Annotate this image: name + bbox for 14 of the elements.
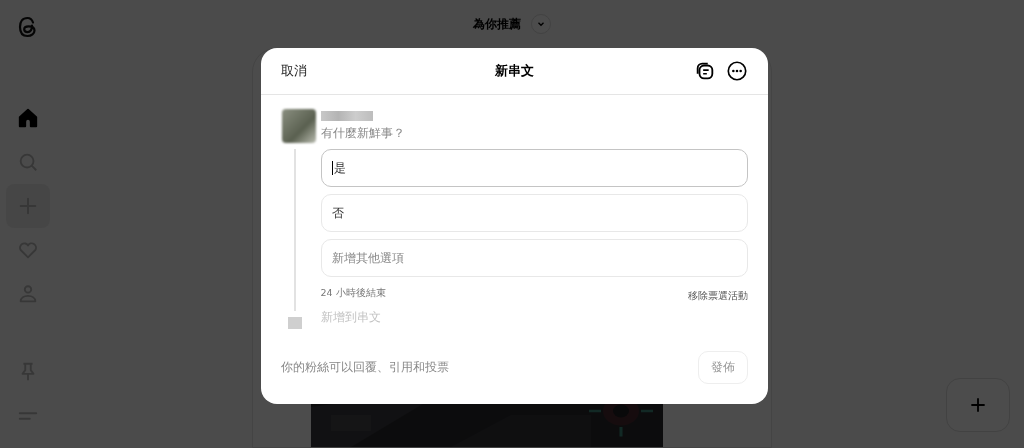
feed-title: 為你推薦 bbox=[473, 15, 521, 33]
post-input[interactable]: 有什麼新鮮事？ bbox=[320, 125, 521, 141]
reply-permission-text[interactable]: 你的粉絲可以回覆、引用和投票 bbox=[280, 359, 449, 376]
avatar bbox=[281, 109, 316, 143]
dialog-title: 新串文 bbox=[494, 62, 534, 80]
cancel-link[interactable]: 取消 bbox=[280, 62, 307, 80]
poll-duration: 24 小時後結束 bbox=[320, 287, 386, 300]
poll-option-field[interactable]: 是 bbox=[320, 149, 748, 187]
poll-option-field[interactable]: 新增其他選項 bbox=[320, 239, 748, 277]
blurred-username bbox=[320, 111, 373, 121]
poll-option-field[interactable]: 否 bbox=[320, 194, 748, 232]
remove-poll-link[interactable]: 移除票選活動 bbox=[687, 290, 748, 303]
more-options-icon[interactable] bbox=[725, 60, 748, 82]
small-avatar bbox=[287, 317, 302, 329]
